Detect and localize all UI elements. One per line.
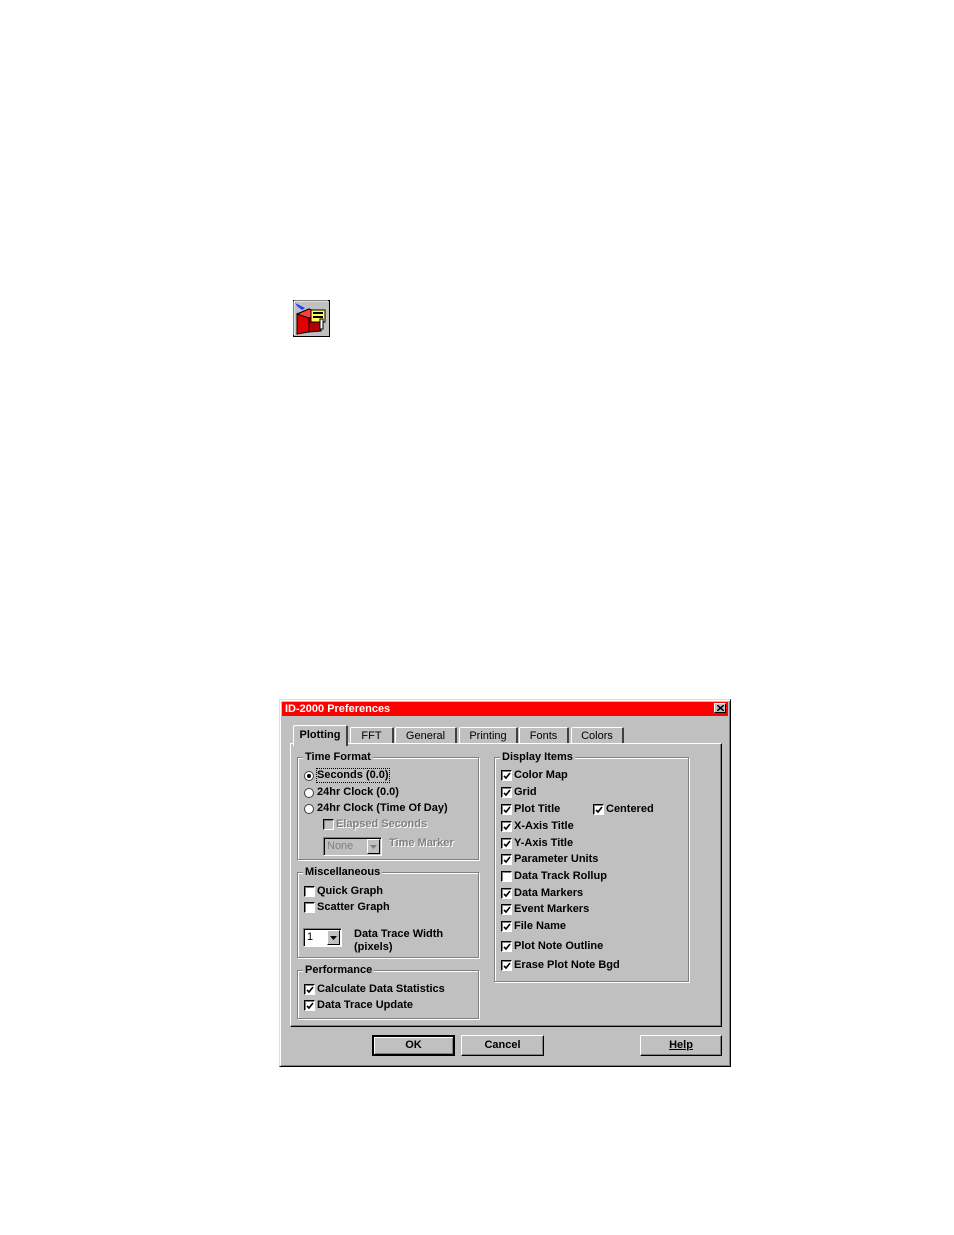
app-icon <box>293 300 330 337</box>
tab-colors[interactable]: Colors <box>571 727 624 744</box>
title-bar: ID-2000 Preferences <box>282 702 728 716</box>
scatter-graph-label: Scatter Graph <box>317 901 390 913</box>
checkbox-box <box>304 886 315 897</box>
radio-24hr-clock-label: 24hr Clock (0.0) <box>317 786 399 798</box>
check-icon <box>503 962 511 970</box>
checkbox-box <box>501 888 512 899</box>
chevron-down-icon <box>370 845 377 849</box>
centered-label: Centered <box>606 803 654 815</box>
elapsed-seconds-label: Elapsed Seconds <box>336 818 428 830</box>
checkbox-box <box>501 960 512 971</box>
grid-label: Grid <box>514 786 537 798</box>
check-icon <box>503 906 511 914</box>
color-map-label: Color Map <box>514 769 568 781</box>
miscellaneous-label: Miscellaneous <box>303 866 383 878</box>
parameter-units-label: Parameter Units <box>514 853 599 865</box>
checkbox-box <box>304 984 315 995</box>
plot-title-label: Plot Title <box>514 803 561 815</box>
checkbox-box <box>593 804 604 815</box>
tab-plotting[interactable]: Plotting <box>293 725 348 746</box>
tab-fft[interactable]: FFT <box>350 727 394 744</box>
quick-graph-label: Quick Graph <box>317 885 384 897</box>
display-items-label: Display Items <box>500 751 575 763</box>
check-icon <box>503 772 511 780</box>
chevron-down-icon <box>330 936 337 940</box>
checkbox-box <box>501 770 512 781</box>
data-trace-width-dropdown-button[interactable] <box>327 930 340 945</box>
plot-note-outline-label: Plot Note Outline <box>514 940 604 952</box>
performance-label: Performance <box>303 964 375 976</box>
checkbox-box <box>323 819 334 830</box>
tab-fonts[interactable]: Fonts <box>519 727 569 744</box>
radio-button <box>304 771 314 781</box>
check-icon <box>503 840 511 848</box>
x-axis-title-label: X-Axis Title <box>514 820 574 832</box>
erase-plot-note-bgd-label: Erase Plot Note Bgd <box>514 959 620 971</box>
checkbox-box <box>501 854 512 865</box>
check-icon <box>306 1002 314 1010</box>
data-trace-width-label: Data Trace Width <box>354 928 444 940</box>
data-track-rollup-label: Data Track Rollup <box>514 870 607 882</box>
help-button[interactable]: Help <box>640 1035 722 1056</box>
check-icon <box>503 823 511 831</box>
data-trace-width-value: 1 <box>307 931 314 943</box>
cancel-button[interactable]: Cancel <box>461 1035 544 1056</box>
check-icon <box>595 806 603 814</box>
data-markers-label: Data Markers <box>514 887 584 899</box>
time-marker-value: None <box>327 840 354 852</box>
checkbox-box <box>501 904 512 915</box>
dialog-title: ID-2000 Preferences <box>285 703 391 715</box>
check-icon <box>503 890 511 898</box>
checkbox-box <box>501 804 512 815</box>
ok-button[interactable]: OK <box>372 1035 455 1056</box>
time-marker-dropdown-button[interactable] <box>367 839 380 854</box>
check-icon <box>503 789 511 797</box>
data-trace-update-label: Data Trace Update <box>317 999 413 1011</box>
check-icon <box>503 943 511 951</box>
check-icon <box>306 986 314 994</box>
tab-printing[interactable]: Printing <box>459 727 518 744</box>
checkbox-box <box>304 902 315 913</box>
close-button[interactable] <box>714 703 726 713</box>
file-name-label: File Name <box>514 920 566 932</box>
checkbox-box <box>304 1000 315 1011</box>
event-markers-label: Event Markers <box>514 903 590 915</box>
time-marker-select[interactable]: None <box>323 837 382 856</box>
check-icon <box>503 923 511 931</box>
radio-seconds-label: Seconds (0.0) <box>316 768 390 783</box>
check-icon <box>503 806 511 814</box>
checkbox-box <box>501 941 512 952</box>
radio-button <box>304 788 314 798</box>
checkbox-box <box>501 821 512 832</box>
checkbox-box <box>501 838 512 849</box>
time-marker-label: Time Marker <box>389 837 454 849</box>
close-icon <box>717 705 724 711</box>
data-trace-width-units: (pixels) <box>354 941 393 953</box>
check-icon <box>503 856 511 864</box>
tab-general[interactable]: General <box>395 727 457 744</box>
checkbox-box <box>501 787 512 798</box>
time-format-label: Time Format <box>303 751 373 763</box>
checkbox-box <box>501 871 512 882</box>
radio-24hr-time-of-day-label: 24hr Clock (Time Of Day) <box>317 802 448 814</box>
radio-button <box>304 804 314 814</box>
data-trace-width-select[interactable]: 1 <box>303 928 342 947</box>
calculate-data-statistics-label: Calculate Data Statistics <box>317 983 445 995</box>
checkbox-box <box>501 921 512 932</box>
y-axis-title-label: Y-Axis Title <box>514 837 574 849</box>
